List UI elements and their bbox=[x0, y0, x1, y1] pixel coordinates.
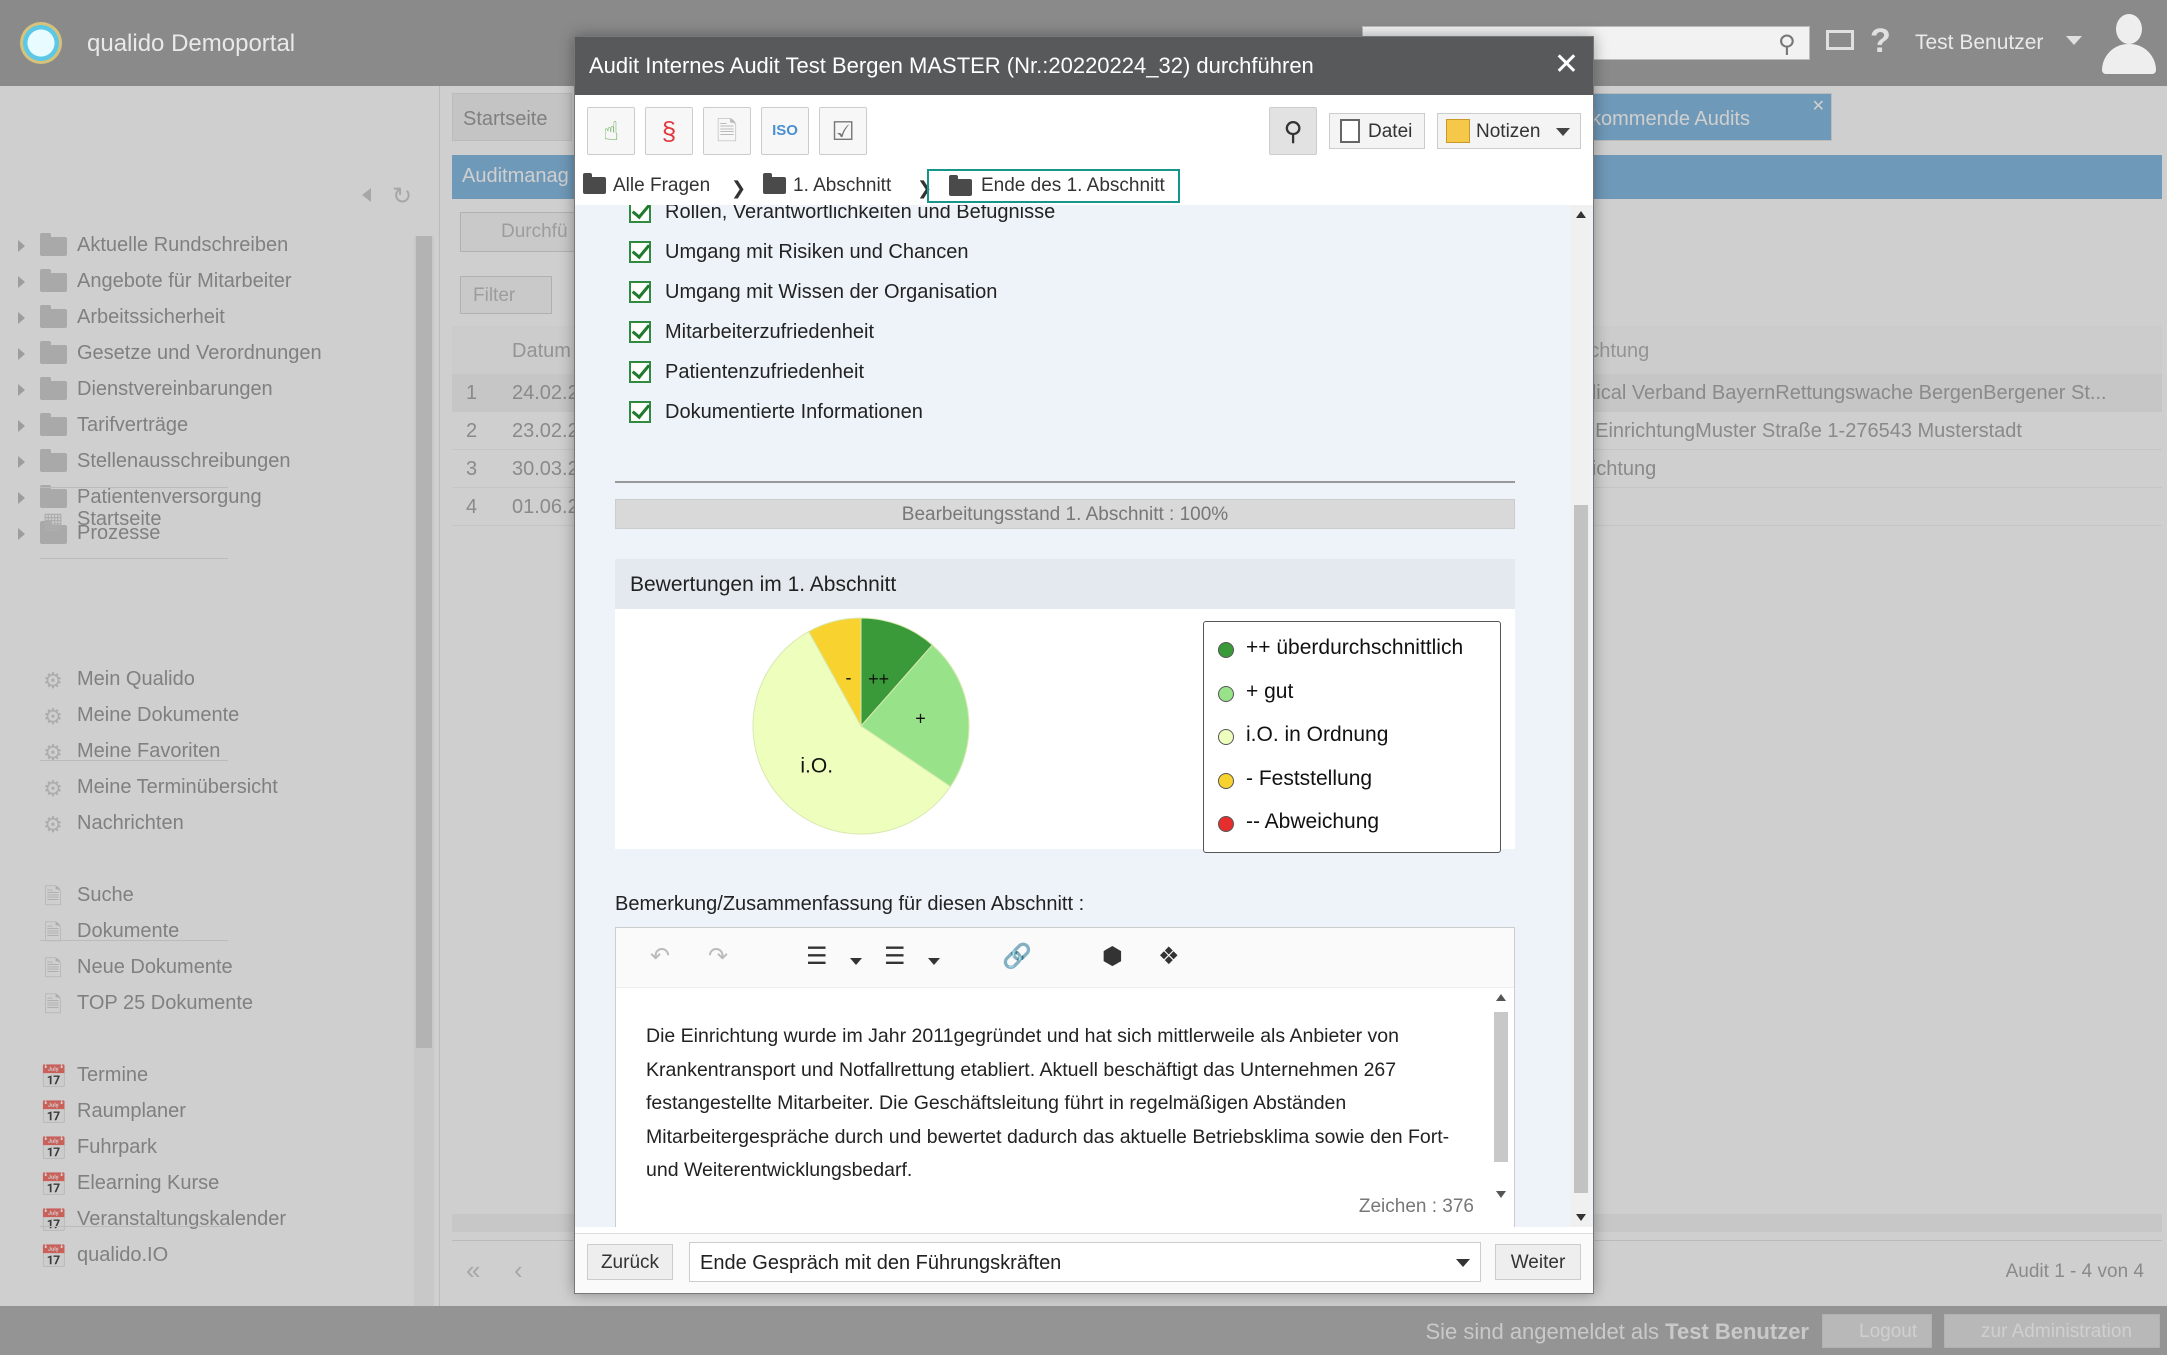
undo-icon[interactable]: ↶ bbox=[650, 942, 670, 971]
ratings-title: Bewertungen im 1. Abschnitt bbox=[615, 559, 1515, 609]
editor-scrollbar[interactable] bbox=[1492, 990, 1510, 1204]
document-question-icon[interactable]: 🗎 bbox=[703, 107, 751, 155]
pie-slice-label: + bbox=[915, 708, 926, 728]
chevron-down-icon bbox=[1556, 128, 1570, 136]
qualido-logo[interactable] bbox=[20, 22, 62, 64]
iso-icon[interactable]: ISO bbox=[761, 107, 809, 155]
legend-item: ++ überdurchschnittlich bbox=[1218, 636, 1463, 666]
ordered-list-icon[interactable]: ☰ bbox=[806, 942, 828, 971]
note-icon bbox=[1446, 119, 1470, 143]
book-icon[interactable] bbox=[1826, 30, 1854, 50]
chevron-down-icon[interactable] bbox=[928, 958, 940, 965]
breadcrumb-end-of-section[interactable]: Ende des 1. Abschnitt bbox=[927, 169, 1180, 203]
legend-dot bbox=[1218, 772, 1234, 789]
legend-item: i.O. in Ordnung bbox=[1218, 723, 1388, 753]
avatar[interactable] bbox=[2100, 14, 2158, 74]
checkbox-checked-icon[interactable] bbox=[629, 241, 651, 263]
checkbox-checked-icon[interactable] bbox=[629, 361, 651, 383]
legend-item: - Feststellung bbox=[1218, 767, 1372, 797]
breadcrumb: Alle Fragen ❯ 1. Abschnitt ❯ Ende des 1.… bbox=[579, 169, 1589, 203]
back-button[interactable]: Zurück bbox=[587, 1244, 673, 1280]
content-scrollbar[interactable] bbox=[1571, 205, 1591, 1227]
bullet-list-icon[interactable]: ☰ bbox=[884, 942, 906, 971]
modal-header: Audit Internes Audit Test Bergen MASTER … bbox=[575, 37, 1593, 95]
pie-slice-label: i.O. bbox=[800, 754, 833, 777]
folder-icon bbox=[949, 175, 972, 196]
checked-question[interactable]: Umgang mit Risiken und Chancen bbox=[629, 241, 969, 271]
char-count: Zeichen : 376 bbox=[1358, 1196, 1474, 1217]
help-icon[interactable]: ? bbox=[1870, 22, 1891, 61]
redo-icon[interactable]: ↷ bbox=[708, 942, 728, 971]
checked-question[interactable]: Umgang mit Wissen der Organisation bbox=[629, 281, 997, 311]
cubes-icon[interactable]: ❖ bbox=[1158, 942, 1180, 971]
question-select[interactable]: Ende Gespräch mit den Führungskräften bbox=[689, 1242, 1481, 1282]
remark-label: Bemerkung/Zusammenfassung für diesen Abs… bbox=[615, 893, 1085, 915]
hand-icon[interactable]: ☝ bbox=[587, 107, 635, 155]
checked-question[interactable]: Patientenzufriedenheit bbox=[629, 361, 864, 391]
search-icon[interactable]: ⚲ bbox=[1269, 107, 1317, 155]
remark-editor[interactable]: ↶ ↷ ☰ ☰ 🔗 ⬢ ❖ Die Einrichtung wurde im J… bbox=[615, 927, 1515, 1227]
file-button[interactable]: Datei bbox=[1329, 113, 1425, 149]
checkbox-checked-icon[interactable] bbox=[629, 205, 651, 223]
divider bbox=[615, 481, 1515, 483]
breadcrumb-all-questions[interactable]: Alle Fragen bbox=[579, 169, 710, 203]
remark-text[interactable]: Die Einrichtung wurde im Jahr 2011gegrün… bbox=[646, 1020, 1476, 1188]
chevron-right-icon: ❯ bbox=[731, 178, 747, 198]
checkbox-checked-icon[interactable] bbox=[629, 321, 651, 343]
chart-legend: ++ überdurchschnittlich + gut i.O. in Ordn… bbox=[1203, 621, 1501, 853]
file-icon bbox=[1340, 119, 1360, 143]
paragraph-icon[interactable]: § bbox=[645, 107, 693, 155]
folder-icon bbox=[583, 173, 606, 194]
modal-title: Audit Internes Audit Test Bergen MASTER … bbox=[589, 53, 1314, 78]
notes-button[interactable]: Notizen bbox=[1437, 113, 1581, 149]
pie-slice-label: - bbox=[845, 668, 851, 688]
folder-icon bbox=[763, 173, 786, 194]
audit-modal: Audit Internes Audit Test Bergen MASTER … bbox=[574, 36, 1594, 1294]
close-icon[interactable]: ✕ bbox=[1554, 47, 1579, 82]
checklist-icon[interactable]: ☑ bbox=[819, 107, 867, 155]
link-icon[interactable]: 🔗 bbox=[1002, 942, 1032, 971]
search-icon[interactable]: ⚲ bbox=[1778, 30, 1796, 59]
pie-chart: +++i.O.- bbox=[752, 617, 970, 835]
checked-question[interactable]: Rollen, Verantwortlichkeiten und Befugni… bbox=[629, 205, 1055, 231]
cube-icon[interactable]: ⬢ bbox=[1102, 942, 1123, 971]
checked-question[interactable]: Dokumentierte Informationen bbox=[629, 401, 923, 431]
chevron-down-icon[interactable] bbox=[2066, 36, 2082, 45]
legend-dot bbox=[1218, 642, 1234, 658]
checkbox-checked-icon[interactable] bbox=[629, 281, 651, 303]
legend-dot bbox=[1218, 729, 1234, 745]
legend-item: + gut bbox=[1218, 680, 1293, 710]
chevron-down-icon[interactable] bbox=[850, 958, 862, 965]
modal-footer: Zurück Ende Gespräch mit den Führungskrä… bbox=[575, 1233, 1593, 1293]
editor-toolbar: ↶ ↷ ☰ ☰ 🔗 ⬢ ❖ bbox=[616, 928, 1514, 988]
user-menu[interactable]: Test Benutzer bbox=[1915, 31, 2043, 55]
pie-slice-label: ++ bbox=[868, 669, 889, 689]
next-button[interactable]: Weiter bbox=[1495, 1244, 1581, 1280]
app-title: qualido Demoportal bbox=[87, 30, 296, 57]
legend-dot bbox=[1218, 685, 1234, 702]
chevron-down-icon bbox=[1456, 1259, 1470, 1267]
legend-dot bbox=[1218, 816, 1234, 832]
ratings-chart: ++ + i.O. - ++ überdurchschnittlich + gut i.O… bbox=[615, 609, 1515, 853]
progress-bar: Bearbeitungsstand 1. Abschnitt : 100% bbox=[615, 499, 1515, 529]
modal-content: Rollen, Verantwortlichkeiten und Befugni… bbox=[575, 205, 1593, 1227]
checkbox-checked-icon[interactable] bbox=[629, 401, 651, 423]
legend-item: -- Abweichung bbox=[1218, 810, 1379, 840]
breadcrumb-section-1[interactable]: 1. Abschnitt bbox=[759, 169, 891, 203]
checked-question[interactable]: Mitarbeiterzufriedenheit bbox=[629, 321, 874, 351]
